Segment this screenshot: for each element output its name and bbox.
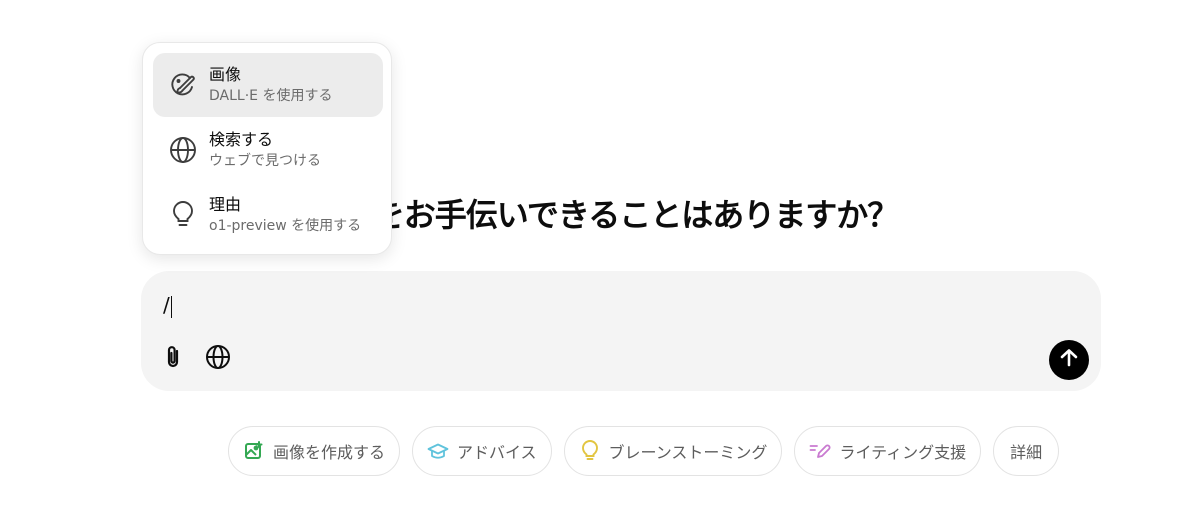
menu-item-image[interactable]: 画像 DALL·E を使用する [153,53,383,117]
send-button[interactable] [1049,340,1089,380]
chip-label: ライティング支援 [839,443,967,462]
menu-item-reason[interactable]: 理由 o1-preview を使用する [153,183,383,247]
message-input-value: / [163,293,170,317]
tools-menu: 画像 DALL·E を使用する 検索する ウェブで見つける 理由 o1-prev… [142,42,392,255]
attach-button[interactable] [158,343,190,375]
chip-brainstorming[interactable]: ブレーンストーミング [563,426,783,476]
paint-brush-icon [165,67,201,103]
chip-label: ブレーンストーミング [608,443,768,462]
globe-icon [165,132,201,168]
menu-item-title: 理由 [209,195,242,214]
suggestion-chips: 画像を作成する アドバイス ブレーンストーミング ライティング支援 詳細 [228,426,1060,478]
text-caret [170,295,172,318]
chip-label: 詳細 [1010,443,1043,462]
menu-item-title: 検索する [209,130,274,149]
menu-item-subtitle: o1-preview を使用する [209,218,362,234]
menu-item-title: 画像 [209,65,242,84]
image-icon [243,440,265,462]
graduation-cap-icon [427,440,449,462]
menu-item-subtitle: DALL·E を使用する [209,88,333,104]
chip-advice[interactable]: アドバイス [412,426,552,476]
paperclip-icon [163,345,185,373]
globe-icon [205,344,231,374]
chip-more[interactable]: 詳細 [993,426,1060,476]
lightbulb-icon [579,440,601,462]
chip-writing-support[interactable]: ライティング支援 [794,426,982,476]
lightbulb-icon [165,197,201,233]
pen-icon [809,440,831,462]
message-composer[interactable]: / [141,271,1101,391]
chip-label: アドバイス [457,443,537,462]
chip-label: 画像を作成する [273,443,386,462]
web-search-button[interactable] [202,343,234,375]
menu-item-search[interactable]: 検索する ウェブで見つける [153,118,383,182]
chip-create-image[interactable]: 画像を作成する [228,426,401,476]
arrow-up-icon [1058,347,1080,373]
message-input[interactable]: / [163,289,172,321]
menu-item-subtitle: ウェブで見つける [209,153,321,169]
